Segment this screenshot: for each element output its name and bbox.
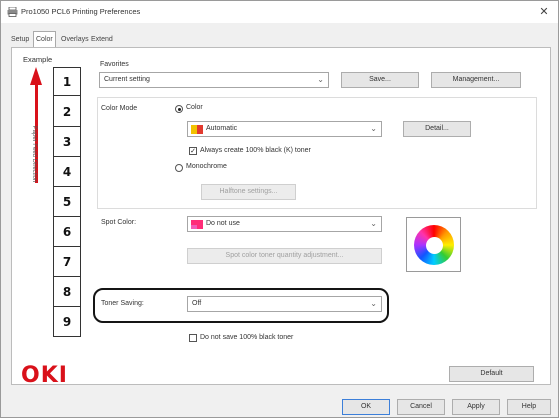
window-title: Pro1050 PCL6 Printing Preferences [21, 7, 141, 16]
color-swatch-icon [191, 220, 203, 229]
printer-icon [7, 7, 18, 17]
tab-color[interactable]: Color [33, 31, 56, 47]
chevron-down-icon: ⌄ [317, 75, 324, 84]
example-number: 3 [54, 128, 80, 157]
favorites-label: Favorites [100, 61, 129, 68]
cancel-button[interactable]: Cancel [397, 399, 445, 415]
color-mode-value: Automatic [206, 125, 238, 132]
color-radio-label: Color [186, 104, 203, 111]
ok-button[interactable]: OK [342, 399, 390, 415]
title-bar: Pro1050 PCL6 Printing Preferences ✕ [1, 1, 558, 23]
favorites-dropdown[interactable]: Current setting ⌄ [99, 72, 329, 88]
halftone-settings-button[interactable]: Halftone settings... [201, 184, 296, 200]
monochrome-label: Monochrome [186, 163, 227, 170]
color-wheel-center [426, 237, 443, 254]
monochrome-radio[interactable] [175, 164, 183, 172]
example-number: 7 [54, 248, 80, 277]
example-number: 5 [54, 188, 80, 217]
close-icon[interactable]: ✕ [536, 4, 552, 20]
example-number: 9 [62, 315, 72, 329]
example-number: 6 [54, 218, 80, 247]
tab-setup[interactable]: Setup [9, 33, 31, 46]
favorites-value: Current setting [104, 76, 150, 83]
tab-extend[interactable]: Extend [89, 33, 115, 46]
toner-saving-dropdown[interactable]: Off ⌄ [187, 296, 382, 312]
help-button[interactable]: Help [507, 399, 551, 415]
default-button[interactable]: Default [449, 366, 534, 382]
spot-color-dropdown[interactable]: Do not use ⌄ [187, 216, 382, 232]
always-black-checkbox[interactable]: ✓ [189, 147, 197, 155]
example-number: 1 [54, 68, 80, 96]
example-number: 2 [54, 98, 80, 127]
save-favorites-button[interactable]: Save... [341, 72, 419, 88]
oki-logo: OKI [21, 363, 68, 388]
chevron-down-icon: ⌄ [370, 124, 377, 133]
example-number: 4 [54, 158, 80, 187]
detail-button[interactable]: Detail... [403, 121, 471, 137]
example-paper: 1 2 3 4 5 6 7 8 9 [53, 67, 81, 337]
spot-color-label: Spot Color: [101, 219, 137, 226]
chevron-down-icon: ⌄ [370, 219, 377, 228]
management-button[interactable]: Management... [431, 72, 521, 88]
spot-color-value: Do not use [206, 220, 240, 227]
color-preview [406, 217, 461, 272]
example-label: Example [23, 55, 53, 64]
no-save-black-checkbox[interactable] [189, 334, 197, 342]
spot-color-adjust-button[interactable]: Spot color toner quantity adjustment... [187, 248, 382, 264]
color-mode-group [97, 97, 537, 209]
example-number: 8 [54, 278, 80, 307]
printing-preferences-window: Pro1050 PCL6 Printing Preferences ✕ Setu… [0, 0, 559, 418]
toner-saving-label: Toner Saving: [101, 300, 144, 307]
chevron-down-icon: ⌄ [370, 299, 377, 308]
no-save-black-label: Do not save 100% black toner [200, 334, 294, 341]
always-black-label: Always create 100% black (K) toner [200, 147, 311, 154]
apply-button[interactable]: Apply [452, 399, 500, 415]
color-swatch-icon [191, 125, 203, 134]
color-radio[interactable] [175, 105, 183, 113]
color-mode-dropdown[interactable]: Automatic ⌄ [187, 121, 382, 137]
color-mode-label: Color Mode [101, 105, 138, 112]
tab-overlays[interactable]: Overlays [59, 33, 91, 46]
feed-direction-label: Paper Feed Direction [31, 125, 37, 183]
toner-saving-value: Off [192, 300, 202, 307]
